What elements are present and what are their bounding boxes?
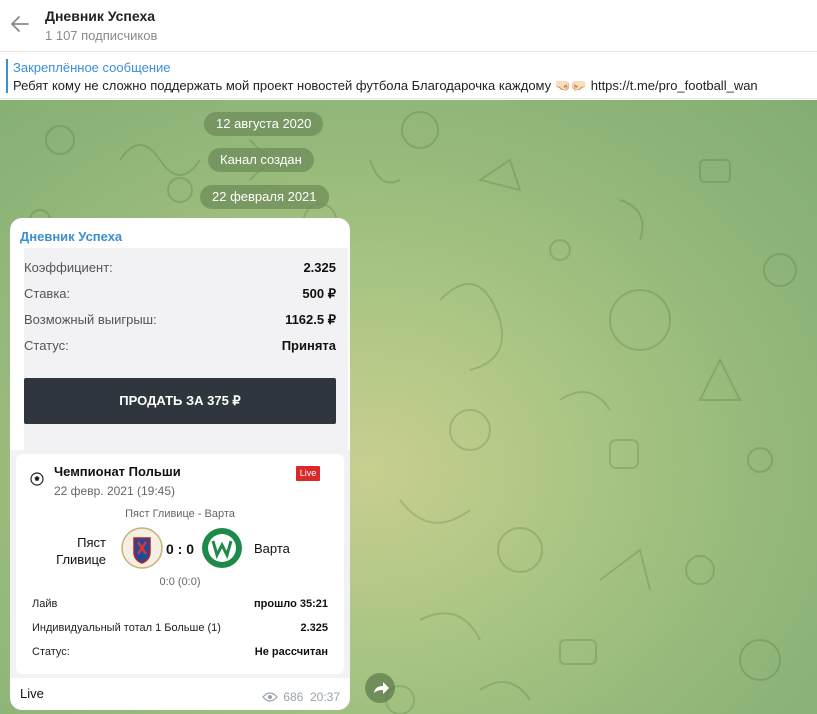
event-row-value: 2.325 — [300, 622, 328, 634]
bet-row-label: Ставка: — [24, 286, 71, 301]
soccer-ball-icon — [30, 472, 44, 486]
match-name: Пяст Гливице - Варта — [125, 508, 235, 520]
bet-row-status: Статус: Принята — [24, 338, 348, 358]
message-meta: 686 20:37 — [262, 690, 340, 704]
message-author[interactable]: Дневник Успеха — [20, 229, 122, 244]
bet-row-coefficient: Коэффициент: 2.325 — [24, 260, 348, 280]
bet-row-possible-win: Возможный выигрыш: 1162.5 ₽ — [24, 312, 348, 332]
chat-area: 12 августа 2020 Канал создан 22 февраля … — [0, 100, 817, 714]
date-separator: 22 февраля 2021 — [200, 185, 329, 209]
back-arrow-icon[interactable] — [8, 12, 32, 36]
league-name: Чемпионат Польши — [54, 464, 181, 479]
service-message-channel-created: Канал создан — [208, 148, 314, 172]
event-row-value: Не рассчитан — [254, 646, 328, 658]
match-score: 0 : 0 — [166, 541, 195, 557]
away-team-name: Варта — [254, 541, 290, 556]
event-date: 22 февр. 2021 (19:45) — [54, 484, 175, 498]
pinned-message[interactable]: Закреплённое сообщение Ребят кому не сло… — [0, 53, 817, 99]
event-card: Чемпионат Польши 22 февр. 2021 (19:45) L… — [16, 454, 344, 674]
message-caption: Live — [20, 686, 44, 701]
event-row-value: прошло 35:21 — [253, 598, 328, 610]
bet-row-label: Коэффициент: — [24, 260, 113, 275]
bet-row-value: 1162.5 ₽ — [285, 312, 336, 327]
bet-row-value: Принята — [281, 338, 336, 353]
home-team-name: Пяст Гливице — [56, 535, 106, 567]
pinned-accent-bar — [6, 59, 8, 93]
subscriber-count: 1 107 подписчиков — [45, 28, 158, 43]
bet-row-label: Возможный выигрыш: — [24, 312, 157, 327]
date-separator: 12 августа 2020 — [204, 112, 324, 136]
event-row-total: Индивидуальный тотал 1 Больше (1) 2.325 — [32, 622, 328, 638]
pinned-title: Закреплённое сообщение — [13, 60, 171, 75]
bet-row-value: 2.325 — [303, 260, 336, 275]
home-team-logo-icon — [121, 527, 163, 569]
chat-header: Дневник Успеха 1 107 подписчиков — [0, 0, 817, 52]
event-row-label: Лайв — [32, 598, 58, 610]
bet-row-value: 500 ₽ — [302, 286, 336, 301]
pinned-text: Ребят кому не сложно поддержать мой прое… — [13, 78, 758, 93]
event-row-status: Статус: Не рассчитан — [32, 646, 328, 662]
bet-summary-card: Коэффициент: 2.325 Ставка: 500 ₽ Возможн… — [24, 248, 348, 454]
bet-row-stake: Ставка: 500 ₽ — [24, 286, 348, 306]
event-row-label: Индивидуальный тотал 1 Больше (1) — [32, 622, 221, 634]
half-time-score: 0:0 (0:0) — [159, 576, 201, 588]
bet-row-label: Статус: — [24, 338, 69, 353]
share-button[interactable] — [365, 673, 395, 703]
sell-bet-button[interactable]: ПРОДАТЬ ЗА 375 ₽ — [24, 378, 336, 424]
share-arrow-icon — [374, 682, 389, 694]
event-row-label: Статус: — [32, 646, 70, 658]
event-row-live: Лайв прошло 35:21 — [32, 598, 328, 614]
view-count: 686 — [283, 690, 304, 704]
message-time: 20:37 — [309, 690, 340, 704]
away-team-logo-icon — [202, 528, 242, 568]
eye-icon — [262, 692, 278, 702]
live-badge: Live — [296, 466, 320, 481]
channel-title[interactable]: Дневник Успеха — [45, 8, 155, 24]
message-bubble[interactable]: Дневник Успеха Коэффициент: 2.325 Ставка… — [10, 218, 350, 710]
